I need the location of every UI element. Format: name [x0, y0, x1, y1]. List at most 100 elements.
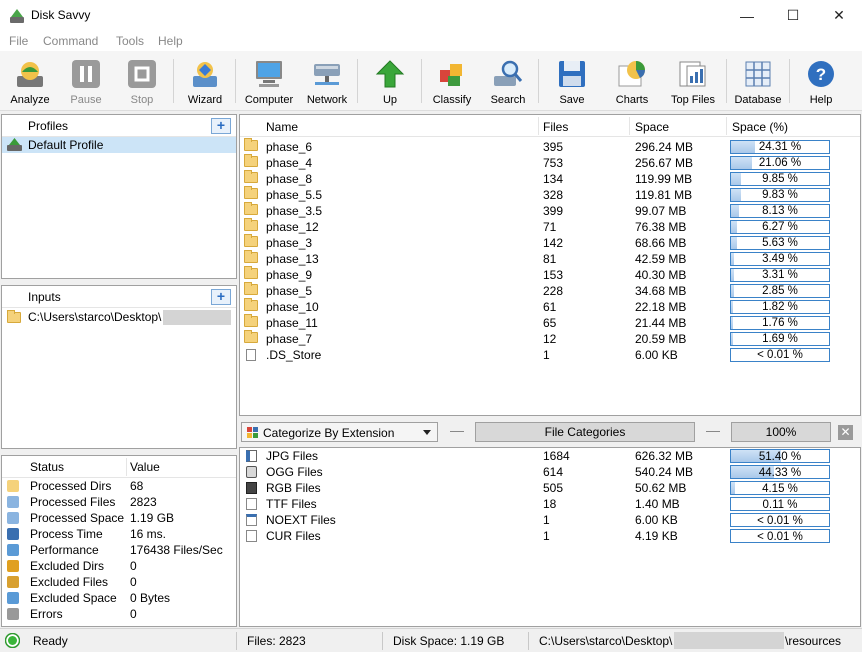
file-name: phase_12	[266, 220, 319, 234]
file-space: 20.59 MB	[635, 332, 687, 346]
file-row[interactable]: phase_3.5 399 99.07 MB 8.13 %	[240, 202, 860, 219]
file-count: 153	[543, 268, 564, 282]
status-label: Excluded Dirs	[30, 559, 105, 573]
database-button[interactable]: Database	[728, 58, 788, 110]
category-row[interactable]: JPG Files 1684 626.32 MB 51.40 %	[240, 448, 860, 464]
space-percent-fill	[731, 333, 733, 345]
name-column-header[interactable]: Name	[266, 120, 298, 134]
file-row[interactable]: phase_4 753 256.67 MB 21.06 %	[240, 154, 860, 171]
input-item[interactable]: C:\Users\starco\Desktop\	[2, 309, 236, 325]
space-percent-fill	[731, 157, 752, 169]
top-files-button[interactable]: Top Files	[663, 58, 723, 110]
menu-command[interactable]: Command	[43, 34, 98, 48]
file-row[interactable]: phase_11 65 21.44 MB 1.76 %	[240, 314, 860, 331]
file-row[interactable]: phase_13 81 42.59 MB 3.49 %	[240, 250, 860, 267]
status-row-icon	[7, 528, 19, 540]
space-percent-column-header[interactable]: Space (%)	[732, 120, 788, 134]
space-column-header[interactable]: Space	[635, 120, 669, 134]
status-disk-space: Disk Space: 1.19 GB	[393, 634, 505, 648]
save-button[interactable]: Save	[542, 58, 602, 110]
space-percent-fill	[731, 221, 738, 233]
space-percent-value: 5.63 %	[762, 237, 798, 249]
file-row[interactable]: phase_10 61 22.18 MB 1.82 %	[240, 298, 860, 315]
space-percent-bar: 24.31 %	[730, 140, 830, 154]
status-value: 68	[130, 479, 144, 493]
category-count: 1	[543, 513, 550, 527]
menu-file[interactable]: File	[9, 34, 28, 48]
categorize-dropdown[interactable]: Categorize By Extension	[241, 422, 438, 442]
file-row[interactable]: phase_6 395 296.24 MB 24.31 %	[240, 138, 860, 155]
file-row[interactable]: phase_7 12 20.59 MB 1.69 %	[240, 330, 860, 347]
file-count: 65	[543, 316, 557, 330]
file-row[interactable]: phase_3 142 68.66 MB 5.63 %	[240, 234, 860, 251]
category-name: NOEXT Files	[266, 513, 336, 527]
wizard-button[interactable]: Wizard	[175, 58, 235, 110]
charts-button[interactable]: Charts	[602, 58, 662, 110]
status-column-header[interactable]: Status	[30, 460, 64, 474]
file-row[interactable]: phase_8 134 119.99 MB 9.85 %	[240, 170, 860, 187]
space-percent-bar: 21.06 %	[730, 156, 830, 170]
profile-item-default[interactable]: Default Profile	[2, 137, 236, 153]
folder-icon	[244, 314, 258, 327]
computer-button[interactable]: Computer	[239, 58, 299, 110]
menu-help[interactable]: Help	[158, 34, 183, 48]
pause-button[interactable]: Pause	[56, 58, 116, 110]
category-row[interactable]: OGG Files 614 540.24 MB 44.33 %	[240, 464, 860, 480]
file-count: 395	[543, 140, 564, 154]
space-percent-value: 1.76 %	[762, 317, 798, 329]
file-row[interactable]: phase_12 71 76.38 MB 6.27 %	[240, 218, 860, 235]
category-row[interactable]: CUR Files 1 4.19 KB < 0.01 %	[240, 528, 860, 544]
analyze-button[interactable]: Analyze	[0, 58, 60, 110]
minimize-button[interactable]: —	[724, 0, 770, 31]
category-percent-fill	[731, 482, 736, 494]
status-row-icon	[7, 496, 19, 508]
space-percent-bar: 5.63 %	[730, 236, 830, 250]
file-count: 71	[543, 220, 557, 234]
help-icon: ?	[808, 61, 834, 87]
folder-icon	[244, 138, 258, 151]
category-row[interactable]: RGB Files 505 50.62 MB 4.15 %	[240, 480, 860, 496]
file-row[interactable]: .DS_Store 1 6.00 KB < 0.01 %	[240, 347, 860, 363]
up-button[interactable]: Up	[360, 58, 420, 110]
space-percent-value: 8.13 %	[762, 205, 798, 217]
categorize-icon	[247, 427, 258, 438]
folder-icon	[244, 250, 258, 263]
category-row[interactable]: TTF Files 18 1.40 MB 0.11 %	[240, 496, 860, 512]
category-percent-value: 51.40 %	[758, 451, 802, 463]
space-percent-bar: 3.31 %	[730, 268, 830, 282]
redacted-path	[674, 632, 784, 649]
menu-tools[interactable]: Tools	[116, 34, 144, 48]
search-button[interactable]: Search	[478, 58, 538, 110]
category-name: RGB Files	[266, 481, 321, 495]
value-column-header[interactable]: Value	[130, 460, 160, 474]
file-name: phase_8	[266, 172, 313, 186]
file-row[interactable]: phase_5 228 34.68 MB 2.85 %	[240, 282, 860, 299]
add-input-button[interactable]: +	[211, 289, 231, 305]
add-profile-button[interactable]: +	[211, 118, 231, 134]
close-categories-button[interactable]: ✕	[838, 425, 853, 440]
profiles-panel: Profiles + Default Profile	[1, 114, 237, 279]
file-name: phase_4	[266, 156, 313, 170]
folder-icon	[244, 186, 258, 199]
help-button[interactable]: ? Help	[791, 58, 851, 110]
file-row[interactable]: phase_9 153 40.30 MB 3.31 %	[240, 266, 860, 283]
status-value: 0	[130, 559, 137, 573]
status-row: Excluded Space 0 Bytes	[2, 590, 236, 606]
close-button[interactable]: ✕	[816, 0, 862, 31]
toolbar-separator	[173, 59, 174, 103]
network-button[interactable]: Network	[297, 58, 357, 110]
stop-button[interactable]: Stop	[112, 58, 172, 110]
category-row[interactable]: NOEXT Files 1 6.00 KB < 0.01 %	[240, 512, 860, 528]
category-space: 626.32 MB	[635, 449, 694, 463]
status-panel: Status Value Processed Dirs 68 Processed F…	[1, 455, 237, 627]
classify-button[interactable]: Classify	[422, 58, 482, 110]
status-row-icon	[7, 592, 19, 604]
files-column-header[interactable]: Files	[543, 120, 568, 134]
svg-text:?: ?	[816, 65, 826, 84]
file-count: 399	[543, 204, 564, 218]
file-row[interactable]: phase_5.5 328 119.81 MB 9.83 %	[240, 186, 860, 203]
maximize-button[interactable]: ☐	[770, 0, 816, 31]
space-percent-fill	[731, 269, 735, 281]
file-space: 119.81 MB	[635, 188, 693, 202]
file-space: 22.18 MB	[635, 300, 687, 314]
